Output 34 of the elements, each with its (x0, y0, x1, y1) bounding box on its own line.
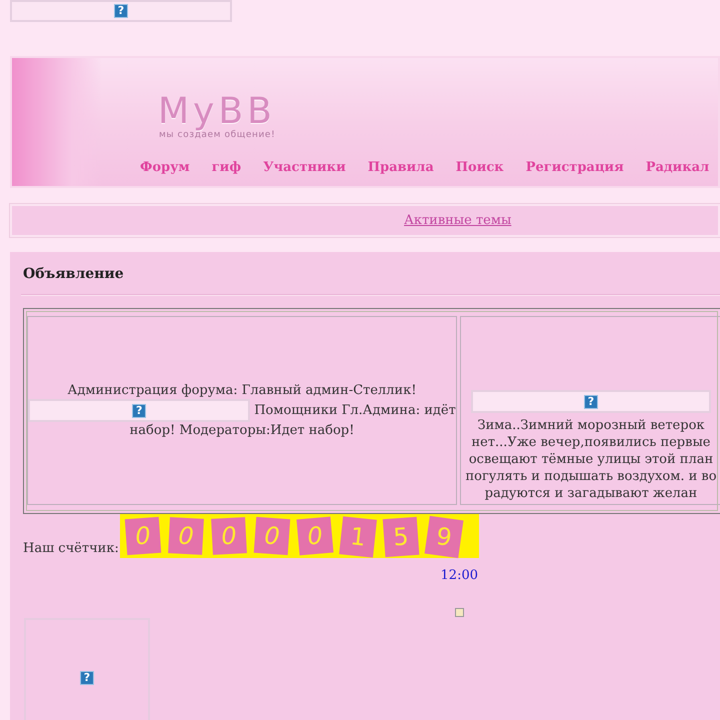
story-text: Зима..Зимний морозный ветерок (476, 417, 706, 434)
counter-digit: 1 (338, 516, 377, 558)
broken-image-icon: ? (80, 671, 94, 685)
active-topics-link[interactable]: Активные темы (404, 213, 512, 228)
counter-label: Наш счётчик: (23, 541, 119, 558)
story-text: нет...Уже вечер,появились первые (470, 434, 712, 451)
counter-digit: 5 (382, 516, 420, 558)
counter-digit: 0 (124, 516, 162, 556)
nav-link[interactable]: Форум (140, 160, 190, 175)
story-text: радуются и загадывают желан (484, 485, 698, 502)
announcement-text: Администрация форума: Главный админ-Стеллик! (68, 383, 416, 398)
counter-digit: 0 (296, 516, 334, 556)
broken-image-icon: ? (114, 4, 128, 18)
counter-digit: 0 (210, 517, 247, 555)
nav-link[interactable]: Поиск (456, 160, 504, 175)
small-image-icon (455, 608, 464, 617)
nav-link[interactable]: Регистрация (526, 160, 624, 175)
section-title: Объявление (23, 266, 125, 282)
logo-text: MyBB (158, 94, 276, 130)
clock-time: 12:00 (440, 568, 478, 583)
story-text: погулять и подышать воздухом. и во (464, 468, 718, 485)
broken-image-icon: ? (132, 404, 146, 418)
nav-link[interactable]: Правила (368, 160, 434, 175)
counter-digit: 0 (168, 517, 204, 555)
tagline: мы создаем общение! (159, 130, 276, 140)
counter-digit: 0 (254, 516, 290, 556)
nav-link[interactable]: Радикал (646, 160, 710, 175)
nav-link[interactable]: Участники (263, 160, 346, 175)
story-text: освещают тёмные улицы этой план (468, 451, 714, 468)
announcement-text: Помощники Гл.Админа: идёт (254, 402, 456, 418)
announcement-text: набор! Модераторы:Идет набор! (130, 423, 354, 438)
nav-link[interactable]: гиф (212, 160, 242, 175)
broken-image-icon: ? (584, 394, 598, 408)
counter-digit: 9 (424, 516, 464, 558)
